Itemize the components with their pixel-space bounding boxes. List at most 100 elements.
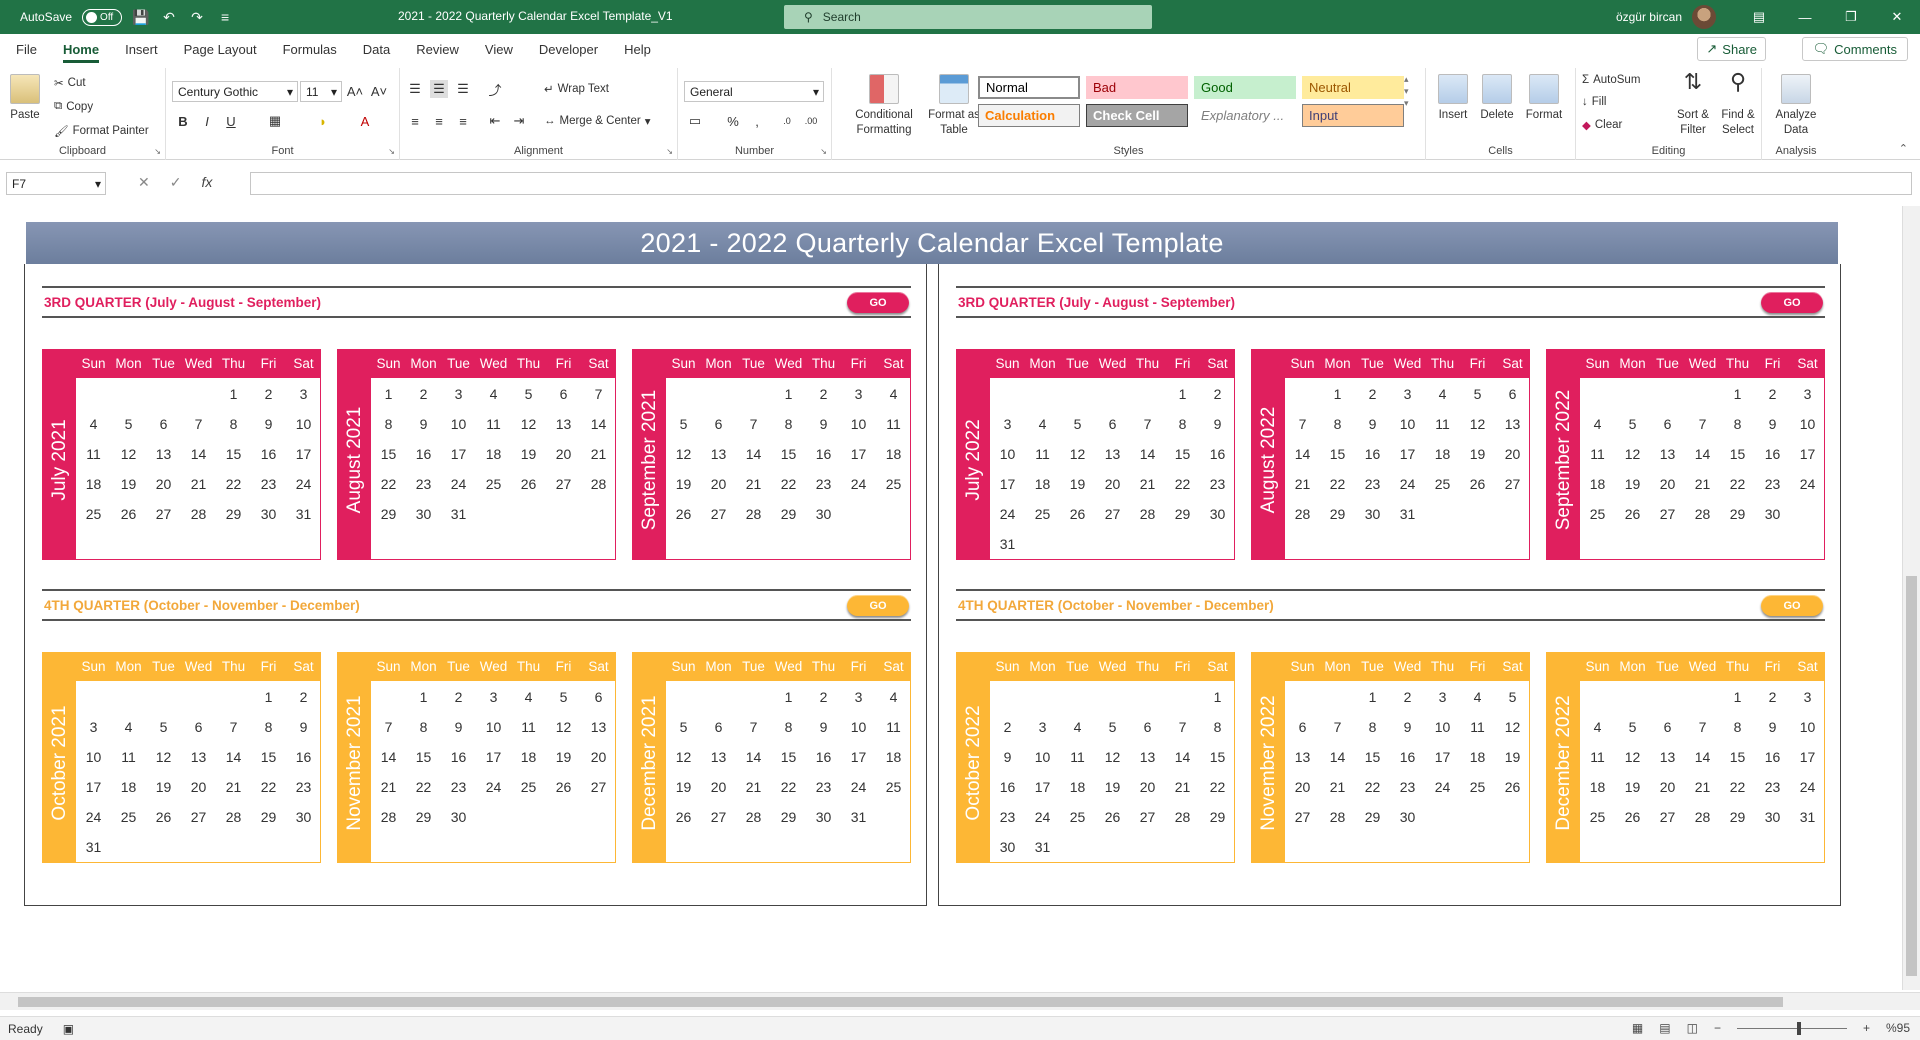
day-cell[interactable]: 18 bbox=[876, 749, 911, 765]
day-cell[interactable]: 9 bbox=[806, 719, 841, 735]
fill-button[interactable]: ↓ Fill bbox=[1582, 96, 1606, 108]
day-cell[interactable]: 26 bbox=[1095, 809, 1130, 825]
day-cell[interactable]: 29 bbox=[1355, 809, 1390, 825]
tab-review[interactable]: Review bbox=[416, 36, 459, 63]
day-cell[interactable]: 14 bbox=[1320, 749, 1355, 765]
day-cell[interactable]: 8 bbox=[1355, 719, 1390, 735]
day-cell[interactable]: 24 bbox=[1790, 476, 1825, 492]
day-cell[interactable]: 9 bbox=[1200, 416, 1235, 432]
day-cell[interactable]: 18 bbox=[1025, 476, 1060, 492]
cell-style-calculation[interactable]: Calculation bbox=[978, 104, 1080, 127]
day-cell[interactable]: 11 bbox=[1580, 749, 1615, 765]
day-cell[interactable]: 30 bbox=[406, 506, 441, 522]
day-cell[interactable]: 11 bbox=[876, 416, 911, 432]
day-cell[interactable]: 2 bbox=[1755, 689, 1790, 705]
day-cell[interactable]: 19 bbox=[146, 779, 181, 795]
day-cell[interactable]: 23 bbox=[1755, 476, 1790, 492]
day-cell[interactable]: 30 bbox=[806, 809, 841, 825]
day-cell[interactable]: 16 bbox=[406, 446, 441, 462]
day-cell[interactable]: 9 bbox=[990, 749, 1025, 765]
day-cell[interactable]: 25 bbox=[76, 506, 111, 522]
day-cell[interactable]: 12 bbox=[1615, 446, 1650, 462]
copy-button[interactable]: ⧉ Copy bbox=[54, 100, 93, 113]
zoom-level[interactable]: %95 bbox=[1886, 1021, 1910, 1035]
increase-decimal-icon[interactable]: .0 bbox=[778, 112, 796, 130]
day-cell[interactable]: 27 bbox=[1130, 809, 1165, 825]
day-cell[interactable]: 15 bbox=[1320, 446, 1355, 462]
undo-icon[interactable]: ↶ bbox=[160, 8, 178, 26]
day-cell[interactable]: 5 bbox=[1095, 719, 1130, 735]
day-cell[interactable]: 15 bbox=[1720, 446, 1755, 462]
day-cell[interactable]: 12 bbox=[1460, 416, 1495, 432]
day-cell[interactable]: 12 bbox=[546, 719, 581, 735]
zoom-slider[interactable] bbox=[1736, 1021, 1847, 1035]
find-select-button[interactable]: ⚲ Find & Select bbox=[1716, 71, 1760, 138]
day-cell[interactable]: 15 bbox=[216, 446, 251, 462]
day-cell[interactable]: 11 bbox=[876, 719, 911, 735]
day-cell[interactable]: 3 bbox=[990, 416, 1025, 432]
day-cell[interactable]: 20 bbox=[1650, 476, 1685, 492]
day-cell[interactable]: 15 bbox=[771, 446, 806, 462]
align-middle-icon[interactable]: ☰ bbox=[430, 80, 448, 98]
day-cell[interactable]: 26 bbox=[546, 779, 581, 795]
day-cell[interactable]: 8 bbox=[771, 719, 806, 735]
day-cell[interactable]: 14 bbox=[581, 416, 616, 432]
day-cell[interactable]: 5 bbox=[1060, 416, 1095, 432]
day-cell[interactable]: 15 bbox=[371, 446, 406, 462]
cell-style-explanatory[interactable]: Explanatory ... bbox=[1194, 104, 1296, 127]
day-cell[interactable]: 21 bbox=[371, 779, 406, 795]
day-cell[interactable]: 12 bbox=[146, 749, 181, 765]
day-cell[interactable]: 26 bbox=[1460, 476, 1495, 492]
day-cell[interactable]: 21 bbox=[581, 446, 616, 462]
day-cell[interactable]: 4 bbox=[1580, 719, 1615, 735]
day-cell[interactable]: 21 bbox=[216, 779, 251, 795]
day-cell[interactable]: 9 bbox=[441, 719, 476, 735]
gallery-scroll[interactable]: ▴ ▾ ▾ bbox=[1404, 74, 1409, 109]
day-cell[interactable]: 8 bbox=[406, 719, 441, 735]
font-color-icon[interactable]: A bbox=[356, 112, 374, 130]
cell-style-neutral[interactable]: Neutral bbox=[1302, 76, 1404, 99]
underline-icon[interactable]: U bbox=[222, 112, 240, 130]
page-break-icon[interactable]: ◫ bbox=[1687, 1021, 1698, 1035]
day-cell[interactable]: 1 bbox=[1355, 689, 1390, 705]
day-cell[interactable]: 31 bbox=[441, 506, 476, 522]
day-cell[interactable]: 15 bbox=[251, 749, 286, 765]
day-cell[interactable]: 25 bbox=[1460, 779, 1495, 795]
day-cell[interactable]: 31 bbox=[1390, 506, 1425, 522]
day-cell[interactable]: 28 bbox=[1685, 809, 1720, 825]
day-cell[interactable]: 18 bbox=[1580, 779, 1615, 795]
day-cell[interactable]: 2 bbox=[441, 689, 476, 705]
fill-color-icon[interactable]: ◗ bbox=[314, 112, 332, 130]
day-cell[interactable]: 12 bbox=[1495, 719, 1530, 735]
day-cell[interactable]: 23 bbox=[806, 779, 841, 795]
day-cell[interactable]: 23 bbox=[1200, 476, 1235, 492]
day-cell[interactable]: 26 bbox=[1615, 809, 1650, 825]
go-button[interactable]: GO bbox=[847, 595, 909, 616]
day-cell[interactable]: 27 bbox=[146, 506, 181, 522]
day-cell[interactable]: 5 bbox=[111, 416, 146, 432]
day-cell[interactable]: 13 bbox=[1650, 749, 1685, 765]
day-cell[interactable]: 28 bbox=[216, 809, 251, 825]
day-cell[interactable]: 16 bbox=[1200, 446, 1235, 462]
day-cell[interactable]: 27 bbox=[1095, 506, 1130, 522]
scroll-thumb[interactable] bbox=[1906, 576, 1917, 976]
day-cell[interactable]: 13 bbox=[1495, 416, 1530, 432]
day-cell[interactable]: 4 bbox=[1425, 386, 1460, 402]
day-cell[interactable]: 30 bbox=[1200, 506, 1235, 522]
day-cell[interactable]: 24 bbox=[1025, 809, 1060, 825]
day-cell[interactable]: 18 bbox=[1580, 476, 1615, 492]
day-cell[interactable]: 28 bbox=[1685, 506, 1720, 522]
day-cell[interactable]: 3 bbox=[1790, 386, 1825, 402]
day-cell[interactable]: 28 bbox=[736, 506, 771, 522]
day-cell[interactable]: 19 bbox=[666, 476, 701, 492]
close-icon[interactable]: ✕ bbox=[1874, 0, 1920, 34]
format-cells-button[interactable]: Format bbox=[1520, 74, 1568, 123]
day-cell[interactable]: 30 bbox=[1390, 809, 1425, 825]
day-cell[interactable]: 19 bbox=[1060, 476, 1095, 492]
day-cell[interactable]: 30 bbox=[286, 809, 321, 825]
day-cell[interactable]: 5 bbox=[1615, 719, 1650, 735]
day-cell[interactable]: 18 bbox=[76, 476, 111, 492]
vertical-scrollbar[interactable] bbox=[1902, 206, 1920, 990]
wrap-text-button[interactable]: ↵ Wrap Text bbox=[544, 82, 609, 96]
day-cell[interactable]: 22 bbox=[771, 476, 806, 492]
